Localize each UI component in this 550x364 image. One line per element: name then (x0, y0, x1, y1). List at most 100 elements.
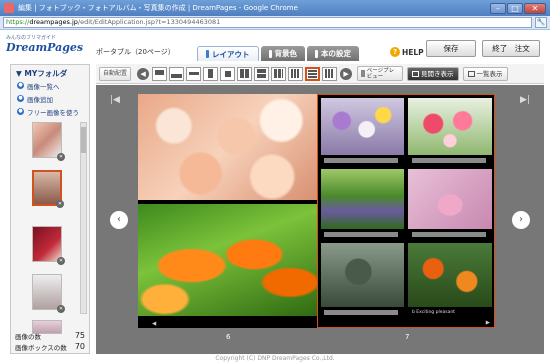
image-box-count-label: 画像ボックスの数 (15, 344, 67, 352)
layout-option[interactable] (254, 66, 270, 81)
page-preview-label: ページプレビュー (366, 67, 395, 80)
thumbnail-scrollbar[interactable] (80, 122, 87, 314)
preview-icon (361, 70, 365, 77)
image-thumbnail[interactable]: ✕ (32, 122, 65, 161)
layout-next-button[interactable]: ▶ (340, 67, 353, 80)
image-thumbnails: ✕ ✕ ✕ ✕ (14, 122, 87, 364)
caption-placeholder[interactable] (324, 310, 398, 315)
help-label: HELP (402, 47, 424, 57)
sidebar-link-label: 画像追加 (27, 95, 53, 104)
first-page-icon[interactable]: |◀ (110, 95, 120, 105)
image-count: 画像の数 75 (11, 331, 89, 341)
layout-option[interactable] (203, 66, 219, 81)
finish-order-button[interactable]: 終了 注文 (482, 40, 540, 57)
caption-text[interactable]: b Exciting pleasant (412, 310, 455, 315)
close-window-button[interactable]: ✕ (524, 2, 546, 14)
photo-autumn-leaves[interactable] (408, 243, 492, 307)
help-icon: ? (390, 47, 400, 57)
wrench-icon[interactable]: 🔧 (535, 17, 547, 28)
tab-marker-icon (315, 49, 318, 58)
logo-brand: DreamPages (6, 41, 84, 54)
photo-tulips[interactable] (138, 204, 317, 316)
album-type-label: ポータブル（20ページ） (96, 48, 175, 56)
my-folder-sidebar: ▼ MYフォルダ ● 画像一覧へ ● 画像追加 ● フリー画像を使う ✕ ✕ ✕ ✕ … (10, 64, 90, 354)
photo-pink-cup[interactable] (408, 169, 492, 229)
last-page-icon[interactable]: ▶| (520, 95, 530, 105)
spread-view-label: 見開き表示 (421, 69, 454, 78)
page-preview-button[interactable]: ページプレビュー (357, 66, 404, 81)
image-count-value: 75 (74, 331, 85, 340)
address-bar: https://dreampages.jp/edit/EditApplicati… (0, 16, 550, 30)
photo-iron-gate[interactable] (321, 243, 404, 307)
photo-gerbera[interactable] (408, 98, 492, 155)
save-button[interactable]: 保存 (426, 40, 476, 57)
photo-pansies-purple[interactable] (321, 98, 404, 155)
minimize-button[interactable]: – (490, 2, 506, 14)
copyright-footer: Copyright (C) DNP DreamPages Co.,Ltd. (215, 355, 335, 362)
image-thumbnail[interactable]: ✕ (32, 274, 65, 313)
layout-prev-button[interactable]: ◀ (137, 67, 150, 80)
caption-placeholder[interactable] (324, 158, 398, 163)
right-page-next-icon[interactable]: ▶ (486, 320, 490, 326)
tab-layout[interactable]: レイアウト (197, 46, 259, 61)
tab-label: 本の設定 (321, 49, 351, 58)
photo-roses[interactable] (138, 94, 317, 200)
image-count-label: 画像の数 (15, 333, 41, 341)
dreampages-logo[interactable]: みんなのフリマガイド DreamPages (6, 34, 90, 60)
page-7[interactable]: b Exciting pleasant ▶ (317, 94, 495, 328)
tab-book-settings[interactable]: 本の設定 (307, 46, 359, 61)
left-page-number: 6 (226, 333, 231, 341)
image-box-count: 画像ボックスの数 70 (11, 342, 89, 352)
remove-icon[interactable]: ✕ (57, 257, 65, 265)
spread-view-button[interactable]: 見開き表示 (407, 66, 459, 81)
layout-option[interactable] (288, 66, 304, 81)
arrow-circle-icon: ● (17, 95, 24, 102)
url-path: /edit/EditApplication.jsp?t=133049446308… (77, 18, 221, 26)
maximize-button[interactable]: □ (507, 2, 523, 14)
remove-icon[interactable]: ✕ (56, 200, 64, 208)
editor-tabs: レイアウト 背景色 本の設定 (197, 46, 359, 61)
image-box-count-value: 70 (74, 342, 85, 351)
layout-options (152, 66, 338, 81)
logo-tagline: みんなのフリマガイド (6, 35, 57, 41)
layout-toolbar: 自動配置 ◀ ▶ ページプレビュー 見開き表示 一覧表示 (96, 64, 544, 84)
remove-icon[interactable]: ✕ (57, 305, 65, 313)
list-view-button[interactable]: 一覧表示 (462, 66, 508, 81)
arrow-circle-icon: ● (17, 108, 24, 115)
caption-placeholder[interactable] (412, 158, 486, 163)
caption-placeholder[interactable] (412, 232, 486, 237)
layout-option[interactable] (169, 66, 185, 81)
layout-option[interactable] (220, 66, 236, 81)
app-header: みんなのフリマガイド DreamPages ポータブル（20ページ） レイアウト… (0, 30, 550, 64)
layout-option-selected[interactable] (305, 66, 321, 81)
prev-page-button[interactable]: ‹ (110, 211, 128, 229)
browser-titlebar: 編集 | フォトブック・フォトアルバム・写真集の作成 | DreamPages … (0, 0, 550, 16)
layout-option[interactable] (322, 66, 338, 81)
layout-option[interactable] (186, 66, 202, 81)
layout-option[interactable] (152, 66, 168, 81)
list-view-label: 一覧表示 (476, 69, 503, 78)
auto-layout-button[interactable]: 自動配置 (99, 66, 132, 81)
tab-background-color[interactable]: 背景色 (260, 46, 305, 61)
tab-label: レイアウト (212, 49, 250, 59)
remove-icon[interactable]: ✕ (57, 153, 65, 161)
photo-garden-bench[interactable] (321, 169, 404, 229)
my-folder-title: ▼ MYフォルダ (16, 69, 68, 78)
scrollbar-thumb[interactable] (81, 127, 86, 153)
layout-option[interactable] (271, 66, 287, 81)
favicon-icon (4, 3, 14, 13)
layout-option[interactable] (237, 66, 253, 81)
image-thumbnail[interactable]: ✕ (32, 226, 65, 265)
caption-placeholder[interactable] (324, 232, 398, 237)
sidebar-link-image-list[interactable]: ● 画像一覧へ (11, 79, 89, 92)
sidebar-link-free-images[interactable]: ● フリー画像を使う (11, 105, 89, 118)
left-page-prev-icon[interactable]: ◀ (152, 321, 156, 327)
sidebar-link-add-image[interactable]: ● 画像追加 (11, 92, 89, 105)
list-view-icon (467, 70, 475, 77)
next-page-button[interactable]: › (512, 211, 530, 229)
page-6[interactable]: ◀ (138, 94, 317, 328)
help-link[interactable]: ? HELP (390, 47, 424, 57)
window-title: 編集 | フォトブック・フォトアルバム・写真集の作成 | DreamPages … (18, 4, 298, 12)
image-thumbnail[interactable]: ✕ (32, 170, 64, 208)
url-field[interactable]: https://dreampages.jp/edit/EditApplicati… (3, 17, 532, 28)
